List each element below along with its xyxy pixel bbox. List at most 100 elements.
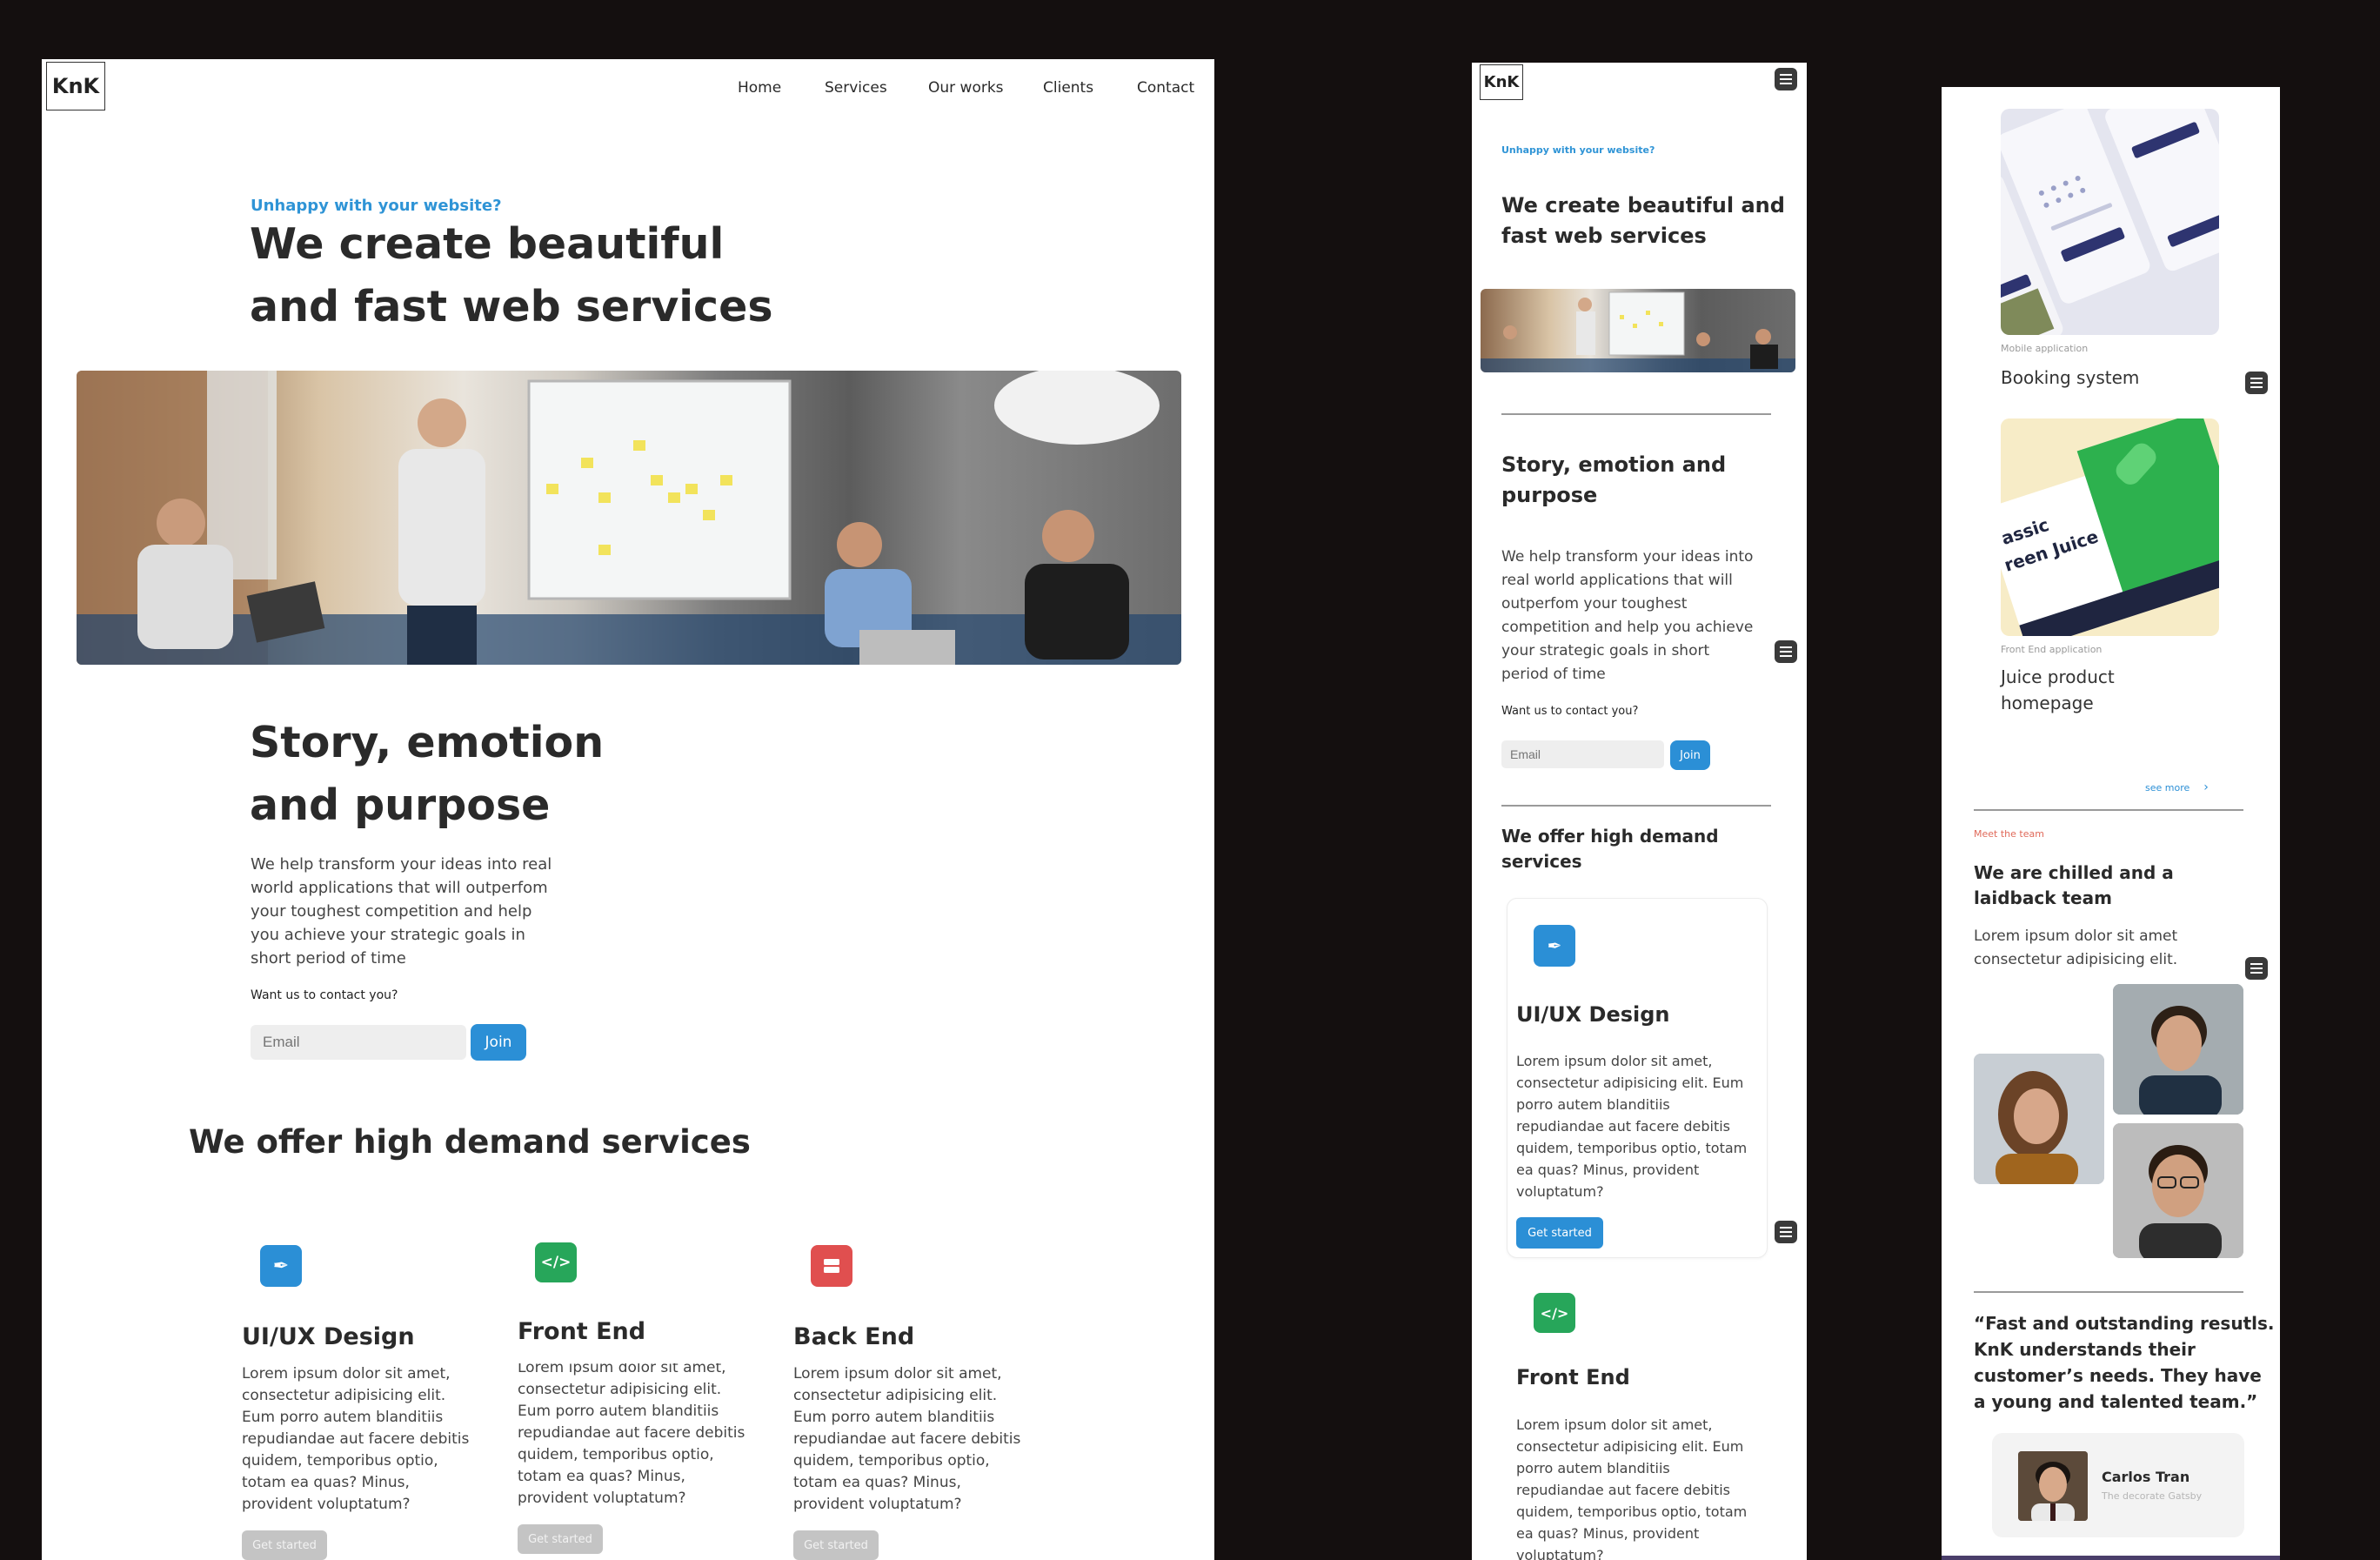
service-desc-uiux-mobile: Lorem ipsum dolor sit amet, consectetur a…	[1516, 1050, 1747, 1202]
desc-line: Lorem ipsum dolor sit amet,	[1516, 1416, 1713, 1433]
desc-line: Eum porro autem blanditiis	[793, 1409, 995, 1426]
get-started-uiux-button[interactable]: Get started	[242, 1530, 327, 1560]
testimonial-author-card: Carlos Tran The decorate Gatsby	[1992, 1433, 2244, 1537]
section-divider	[1974, 809, 2243, 811]
desc-line: totam ea quas? Minus,	[518, 1468, 685, 1485]
service-title-uiux-mobile: UI/UX Design	[1516, 1002, 1670, 1027]
nav-our-works[interactable]: Our works	[928, 79, 1004, 97]
work-title-juice-line1[interactable]: Juice product	[2001, 666, 2115, 687]
section-divider	[1501, 805, 1771, 807]
email-input[interactable]	[251, 1025, 466, 1060]
pen-nib-icon: ✒	[1534, 925, 1575, 967]
nav-home[interactable]: Home	[738, 79, 781, 97]
desc-line: Lorem ipsum dolor sit amet,	[793, 1365, 1002, 1383]
story-title-line1: Story, emotion	[250, 718, 605, 767]
story-line: short period of time	[251, 949, 406, 967]
see-more-link[interactable]: see more ›	[2145, 780, 2209, 794]
booking-system-mockup[interactable]	[2001, 109, 2219, 335]
get-started-backend-button[interactable]: Get started	[793, 1530, 879, 1560]
story-line: We help transform your ideas into	[1501, 548, 1754, 566]
work-title-booking[interactable]: Booking system	[2001, 367, 2139, 388]
story-title-mobile-line2: purpose	[1501, 483, 1598, 507]
get-started-frontend-button[interactable]: Get started	[518, 1524, 603, 1554]
hero-eyebrow: Unhappy with your website?	[251, 197, 502, 215]
desc-line: voluptatum?	[1516, 1547, 1604, 1560]
story-title-mobile-line1: Story, emotion and	[1501, 452, 1727, 477]
story-title-line2: and purpose	[250, 780, 551, 830]
story-line: competition and help you achieve	[1501, 619, 1754, 636]
desc-line: Eum porro autem blanditiis	[242, 1409, 444, 1426]
mobile-page: KnK Unhappy with your website? We create…	[1472, 63, 1807, 1560]
hero-title-mobile-line2: fast web services	[1501, 224, 1707, 248]
service-title-uiux: UI/UX Design	[242, 1323, 415, 1350]
team-title-line2: laidback team	[1974, 887, 2112, 908]
join-button[interactable]: Join	[471, 1024, 526, 1061]
brand-logo-mobile[interactable]: KnK	[1480, 64, 1523, 100]
story-line: We help transform your ideas into real	[251, 855, 552, 874]
service-title-backend: Back End	[793, 1323, 915, 1350]
menu-icon[interactable]	[1775, 640, 1797, 663]
desc-line: Eum porro autem blanditiis	[518, 1403, 719, 1420]
menu-icon[interactable]	[2245, 372, 2268, 394]
work-title-juice-line2[interactable]: homepage	[2001, 693, 2094, 713]
work-category-juice: Front End application	[2001, 644, 2103, 655]
quote-line: KnK understands their	[1974, 1339, 2196, 1360]
service-desc-backend: Lorem ipsum dolor sit amet, consectetur a…	[793, 1363, 1020, 1516]
menu-icon[interactable]	[1775, 68, 1797, 90]
nav-services[interactable]: Services	[825, 79, 887, 97]
desc-line: quidem, temporibus optio,	[793, 1452, 990, 1470]
story-line: outperfom your toughest	[1501, 595, 1688, 613]
footer-strip	[1942, 1556, 2280, 1560]
join-button-mobile[interactable]: Join	[1670, 740, 1710, 770]
testimonial-author-role: The decorate Gatsby	[2102, 1490, 2203, 1502]
pen-nib-icon: ✒	[260, 1245, 302, 1287]
testimonial-quote: “Fast and outstanding resutls. KnK unders…	[1974, 1310, 2275, 1415]
desc-line: repudiandae aut facere debitis	[793, 1430, 1021, 1448]
team-body-line1: Lorem ipsum dolor sit amet	[1974, 927, 2178, 945]
desc-line: quidem, temporibus optio, totam	[1516, 1140, 1748, 1156]
team-body-line2: consectetur adipisicing elit.	[1974, 951, 2178, 968]
nav-clients[interactable]: Clients	[1043, 79, 1093, 97]
email-input-mobile[interactable]	[1501, 740, 1664, 768]
see-more-label: see more	[2145, 781, 2190, 793]
juice-homepage-mockup[interactable]: assic reen Juice	[2001, 418, 2219, 636]
story-body-mobile: We help transform your ideas into real wo…	[1501, 546, 1753, 686]
story-line: you achieve your strategic goals in	[251, 926, 525, 944]
menu-icon[interactable]	[2245, 957, 2268, 980]
desc-line: consectetur adipisicing elit. Eum	[1516, 1075, 1744, 1091]
hero-team-photo	[77, 371, 1181, 665]
hero-title-mobile-line1: We create beautiful and	[1501, 193, 1785, 218]
service-desc-uiux: Lorem ipsum dolor sit amet, consectetur a…	[242, 1363, 469, 1516]
desc-line: consectetur adipisicing elit.	[242, 1387, 446, 1404]
desc-line: consectetur adipisicing elit.	[518, 1381, 722, 1398]
brand-logo[interactable]: KnK	[46, 62, 105, 110]
desc-line: voluptatum?	[1516, 1183, 1604, 1200]
desc-line: repudiandae aut facere debitis	[242, 1430, 470, 1448]
quote-line: a young and talented team.”	[1974, 1391, 2258, 1412]
service-desc-frontend: Lorem ipsum dolor sit amet, consectetur a…	[518, 1363, 745, 1516]
desc-line: Lorem ipsum dolor sit amet,	[518, 1363, 726, 1376]
services-title: We offer high demand services	[189, 1123, 751, 1161]
service-title-frontend: Front End	[518, 1318, 646, 1345]
desc-line: provident voluptatum?	[793, 1496, 962, 1513]
get-started-uiux-mobile-button[interactable]: Get started	[1516, 1217, 1603, 1249]
team-member-photo	[2113, 1123, 2243, 1258]
desc-line: ea quas? Minus, provident	[1516, 1525, 1700, 1542]
team-title-line1: We are chilled and a	[1974, 862, 2174, 883]
works-team-page: Mobile application Booking system assic …	[1942, 87, 2280, 1560]
story-line: your toughest competition and help	[251, 902, 532, 921]
hero-eyebrow-mobile: Unhappy with your website?	[1501, 144, 1655, 156]
services-title-mobile-line1: We offer high demand	[1501, 826, 1719, 847]
desc-line: Lorem ipsum dolor sit amet,	[1516, 1053, 1713, 1069]
quote-line: customer’s needs. They have	[1974, 1365, 2262, 1386]
nav-contact[interactable]: Contact	[1137, 79, 1194, 97]
desc-line: repudiandae aut facere debitis	[518, 1424, 745, 1442]
server-icon	[811, 1245, 852, 1287]
desc-line: repudiandae aut facere debitis	[1516, 1118, 1730, 1135]
hero-title-line1: We create beautiful	[250, 219, 725, 269]
services-title-mobile-line2: services	[1501, 851, 1582, 872]
desc-line: quidem, temporibus optio,	[518, 1446, 714, 1463]
menu-icon[interactable]	[1775, 1221, 1797, 1243]
section-divider	[1974, 1291, 2243, 1293]
desc-line: quidem, temporibus optio,	[242, 1452, 438, 1470]
